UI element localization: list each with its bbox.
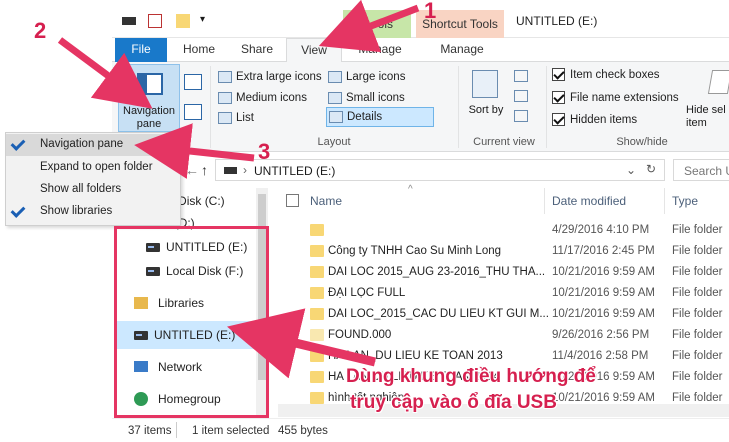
step-number-3: 3: [258, 139, 271, 164]
caption-line-1: Dùng khung điều hướng để: [346, 366, 596, 387]
arrow-2-icon: [57, 37, 153, 109]
arrow-3-icon: [134, 123, 255, 179]
step-number-2: 2: [34, 18, 47, 43]
caption-line-2: truy cập vào ổ đĩa USB: [350, 392, 557, 413]
step-number-1: 1: [424, 0, 437, 23]
arrow-caption-icon: [226, 308, 377, 379]
arrow-1-icon: [318, 0, 420, 53]
